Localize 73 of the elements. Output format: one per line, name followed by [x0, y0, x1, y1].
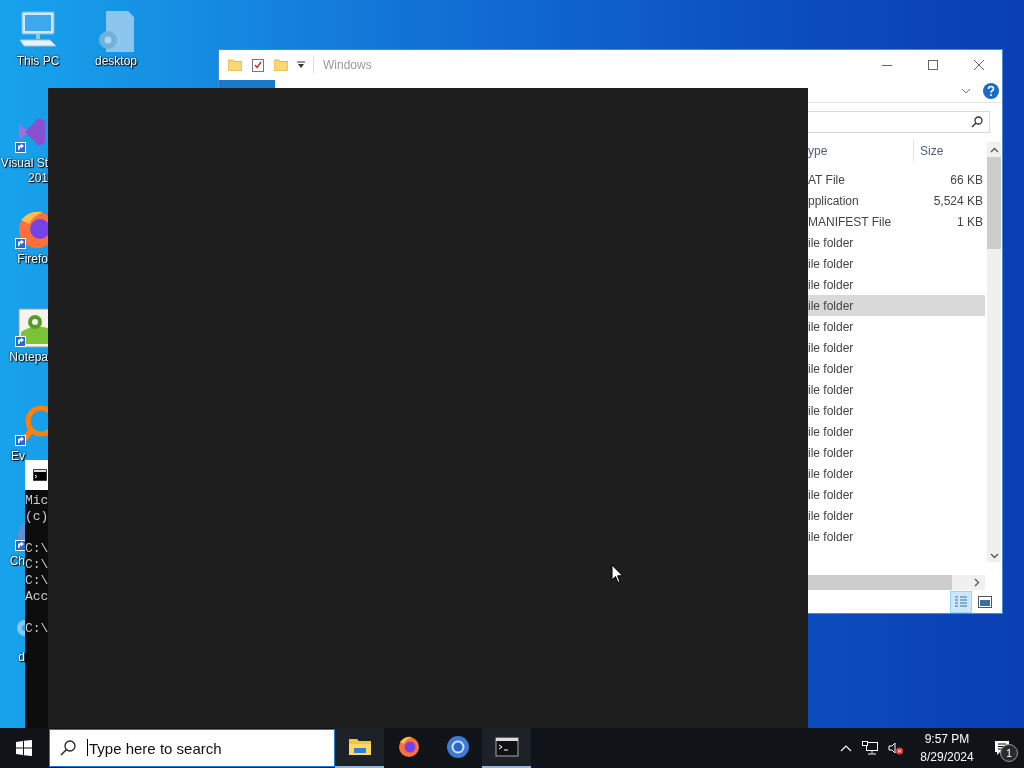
console-text: Acc	[25, 589, 48, 605]
column-header[interactable]: Size	[913, 140, 985, 162]
window-title: Windows	[323, 58, 372, 72]
icon-label[interactable]: d	[18, 650, 25, 665]
table-cell: ile folder	[808, 487, 854, 502]
table-cell: ile folder	[808, 319, 854, 334]
icon-label[interactable]: Ev	[11, 449, 25, 464]
console-text: C:\	[25, 541, 48, 556]
table-cell: ile folder	[808, 424, 854, 439]
console-text: C:\	[25, 621, 48, 637]
dropdown-caret-icon[interactable]	[297, 61, 305, 69]
close-icon	[974, 60, 984, 70]
notepad-icon[interactable]	[15, 306, 48, 350]
table-cell: 66 KB	[950, 172, 983, 187]
checklist-icon[interactable]	[251, 58, 265, 72]
selected-row[interactable]: ile folder	[808, 295, 985, 316]
icon-label[interactable]: 201	[27, 171, 48, 186]
chevron-up-icon[interactable]	[840, 744, 852, 752]
table-cell: 5,524 KB	[933, 193, 983, 208]
column-header[interactable]: ype	[808, 140, 913, 162]
notification-badge: 1	[1000, 744, 1018, 762]
taskbar-app-button[interactable]	[482, 728, 531, 768]
table-cell: ile folder	[808, 256, 854, 271]
table-cell: AT File	[808, 172, 845, 187]
search-icon	[971, 115, 983, 128]
help-icon[interactable]	[983, 83, 999, 99]
horizontal-scrollbar[interactable]	[808, 575, 985, 590]
fox-globe-icon	[396, 735, 421, 759]
table-cell: ile folder	[808, 298, 854, 313]
table-cell: ile folder	[808, 277, 854, 292]
scroll-thumb[interactable]	[987, 157, 1001, 249]
icon-label[interactable]: Visual St	[0, 156, 48, 171]
scroll-up-icon[interactable]	[989, 147, 999, 153]
console-icon	[494, 735, 519, 759]
taskbar-app-button[interactable]	[335, 728, 384, 768]
network-icon[interactable]	[862, 741, 878, 755]
icon-label[interactable]: Notepa	[9, 350, 48, 365]
table-cell: ile folder	[808, 340, 854, 355]
muted-speaker-icon[interactable]	[888, 741, 904, 755]
icon-label[interactable]: Firefo	[17, 252, 48, 267]
table-cell: ile folder	[808, 508, 854, 523]
table-cell: MANIFEST File	[808, 214, 892, 229]
table-cell: ile folder	[808, 235, 854, 250]
maximize-icon	[928, 60, 938, 70]
search-field[interactable]: Type here to search	[49, 729, 335, 767]
icon-label[interactable]: desktop	[95, 54, 137, 69]
table-cell: pplication	[808, 193, 859, 208]
details-list-icon	[954, 595, 968, 608]
console-text: Mic	[25, 493, 48, 509]
table-cell: 1 KB	[957, 214, 983, 229]
windows-logo-icon	[16, 740, 32, 756]
console-text: (c)	[25, 509, 48, 525]
icon-label[interactable]: This PC	[16, 54, 60, 69]
clock[interactable]: 9:57 PM 8/29/2024	[914, 730, 980, 766]
scroll-down-icon[interactable]	[989, 553, 999, 559]
icon-label[interactable]: Ch	[9, 554, 25, 569]
picture-view-icon	[978, 595, 992, 608]
table-cell: ile folder	[808, 445, 854, 460]
table-cell: ile folder	[808, 466, 854, 481]
vertical-scrollbar[interactable]	[987, 142, 1001, 562]
mouse-cursor-icon	[611, 564, 624, 584]
table-cell: ile folder	[808, 529, 854, 544]
scroll-right-icon[interactable]	[974, 578, 980, 587]
table-cell: ile folder	[808, 403, 854, 418]
console-text: C:\	[25, 573, 48, 589]
table-cell: ile folder	[808, 361, 854, 376]
expand-caret-icon[interactable]	[961, 88, 971, 94]
scroll-thumb[interactable]	[808, 575, 952, 590]
table-cell: ile folder	[808, 382, 854, 397]
circle-browser-icon	[445, 735, 470, 759]
console-text: C:\	[25, 557, 48, 573]
text-cursor	[87, 739, 88, 756]
search-icon	[60, 740, 76, 756]
